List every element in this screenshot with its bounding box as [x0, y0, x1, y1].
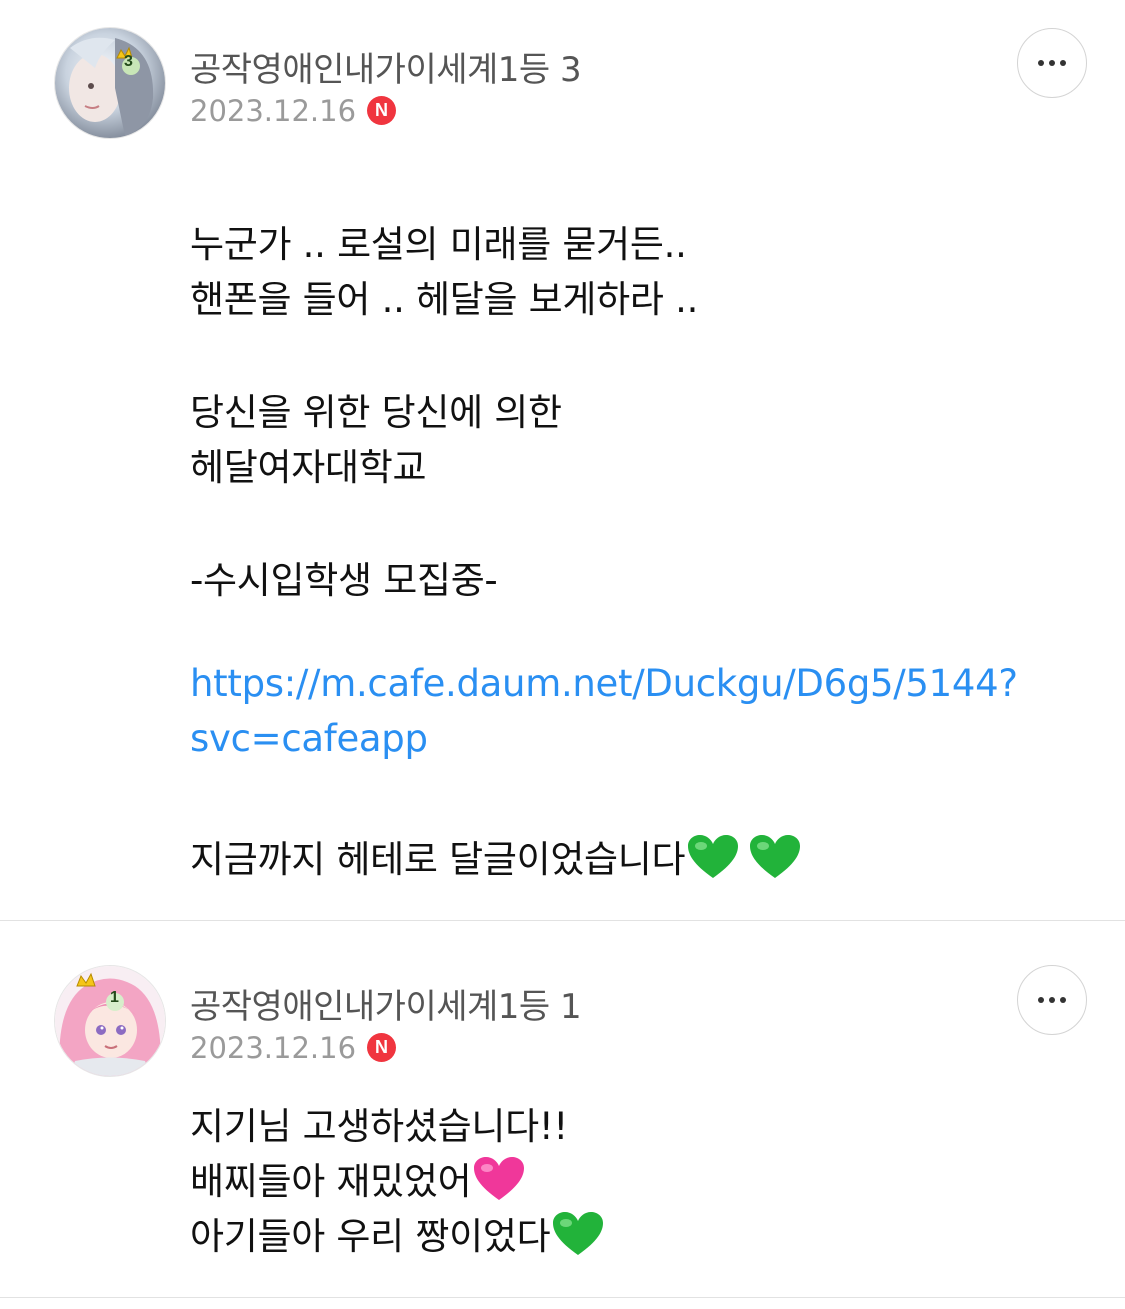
comment-text-line: 지기님 고생하셨습니다!! [190, 1105, 568, 1148]
comment-text: 배찌들아 재밌었어 [190, 1160, 472, 1203]
comment-text: 지금까지 헤테로 달글이었습니다 [190, 838, 686, 881]
green-heart-icon [749, 834, 801, 889]
comment-text-line: 지금까지 헤테로 달글이었습니다 [190, 829, 801, 889]
new-badge: N [367, 96, 396, 125]
cafe-link[interactable]: https://m.cafe.daum.net/Duckgu/D6g5/5144… [190, 662, 1018, 705]
comment-divider [0, 920, 1125, 921]
link-line: https://m.cafe.daum.net/Duckgu/D6g5/5144… [190, 662, 1018, 705]
author-name[interactable]: 공작영애인내가이세계1등 3 [190, 42, 582, 91]
comment-text-line: 배찌들아 재밌었어 [190, 1151, 525, 1211]
link-line: svc=cafeapp [190, 717, 428, 760]
comment-text: 아기들아 우리 짱이었다 [190, 1215, 551, 1258]
cafe-link-continued[interactable]: svc=cafeapp [190, 717, 428, 760]
comment-text-line: 누군가 .. 로설의 미래를 묻거든.. [190, 223, 687, 266]
more-options-button[interactable] [1017, 965, 1087, 1035]
level-badge: 1 [110, 989, 119, 1006]
avatar[interactable]: 1 [54, 965, 166, 1077]
comment-text-line: 핸폰을 들어 .. 헤달을 보게하라 .. [190, 278, 699, 321]
comment-text-line: 헤달여자대학교 [190, 446, 427, 489]
comment-divider [0, 1297, 1125, 1298]
author-name[interactable]: 공작영애인내가이세계1등 1 [190, 979, 582, 1028]
comment-text-line: -수시입학생 모집중- [190, 559, 498, 602]
more-options-button[interactable] [1017, 28, 1087, 98]
level-badge: 3 [124, 53, 133, 70]
avatar[interactable]: 3 [54, 27, 166, 139]
more-icon [1038, 60, 1066, 66]
new-badge: N [367, 1033, 396, 1062]
comment-date: 2023.12.16 [190, 94, 357, 128]
green-heart-icon [552, 1211, 604, 1266]
pink-heart-icon [473, 1156, 525, 1211]
green-heart-icon [687, 834, 739, 889]
comment-text-line: 당신을 위한 당신에 의한 [190, 391, 562, 434]
comment-date: 2023.12.16 [190, 1031, 357, 1065]
comment-text-line: 아기들아 우리 짱이었다 [190, 1206, 604, 1266]
more-icon [1038, 997, 1066, 1003]
